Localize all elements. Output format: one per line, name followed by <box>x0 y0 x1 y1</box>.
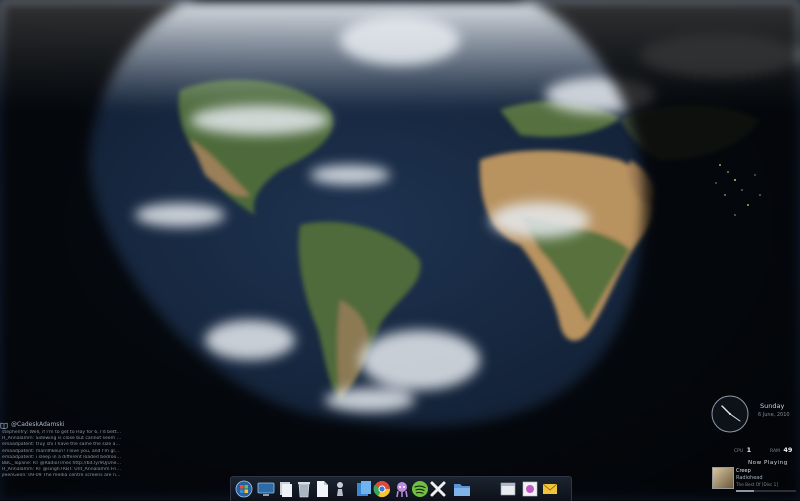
clock-date: 6 June, 2010 <box>758 412 790 418</box>
song-title: Creep <box>736 468 751 474</box>
start-orb-icon[interactable] <box>235 480 253 498</box>
spotify-icon[interactable] <box>411 480 429 498</box>
sticky-notes-icon[interactable] <box>355 480 373 498</box>
album-art[interactable] <box>712 467 734 489</box>
chess-pawn-icon[interactable] <box>331 480 349 498</box>
book-icon <box>0 422 8 429</box>
artist-name: Radiohead <box>736 475 763 481</box>
window-icon[interactable] <box>499 480 517 498</box>
ram-stat: RAM 49 <box>770 446 792 454</box>
alien-app-icon[interactable] <box>393 480 411 498</box>
document-icon[interactable] <box>313 480 331 498</box>
tweet[interactable]: jleenGeon: 09-09 The media centre screen… <box>0 473 122 479</box>
document-stack-icon[interactable] <box>277 480 295 498</box>
now-playing-title: Now Playing <box>748 460 788 466</box>
chrome-icon[interactable] <box>373 480 391 498</box>
tweet[interactable]: emaadpatent: marillhkeuri! I love you, a… <box>0 449 122 455</box>
album-name: The Best Of [Disc 1] <box>736 482 778 487</box>
recycle-bin-icon[interactable] <box>295 480 313 498</box>
playback-progress-fill <box>736 490 754 492</box>
system-stats: CPU 1 RAM 49 <box>706 446 798 456</box>
cpu-label: CPU <box>734 449 744 454</box>
twitter-header: @CadeskAdamski <box>0 420 122 430</box>
display-icon[interactable] <box>257 480 275 498</box>
ram-value: 49 <box>783 446 793 454</box>
ram-label: RAM <box>770 449 780 454</box>
cpu-stat: CPU 1 <box>734 446 751 454</box>
twitter-handle[interactable]: @CadeskAdamski <box>11 421 65 428</box>
painting-icon[interactable] <box>521 480 539 498</box>
clock-day: Sunday <box>760 402 785 410</box>
crossed-tools-icon[interactable] <box>429 480 447 498</box>
cpu-value: 1 <box>746 446 752 454</box>
playback-progress[interactable] <box>736 490 796 492</box>
tweet[interactable]: emaadpatent: truy shi I have the same th… <box>0 442 122 448</box>
now-playing-widget: Now Playing Creep Radiohead The Best Of … <box>708 460 800 496</box>
clock-widget: Sunday 6 June, 2010 <box>708 392 798 433</box>
folder-icon[interactable] <box>453 480 471 498</box>
mail-icon[interactable] <box>541 480 559 498</box>
analog-clock-icon <box>711 395 749 433</box>
taskbar <box>230 476 572 501</box>
twitter-widget: @CadeskAdamski stephenfry: Well, if I'm … <box>0 420 122 486</box>
